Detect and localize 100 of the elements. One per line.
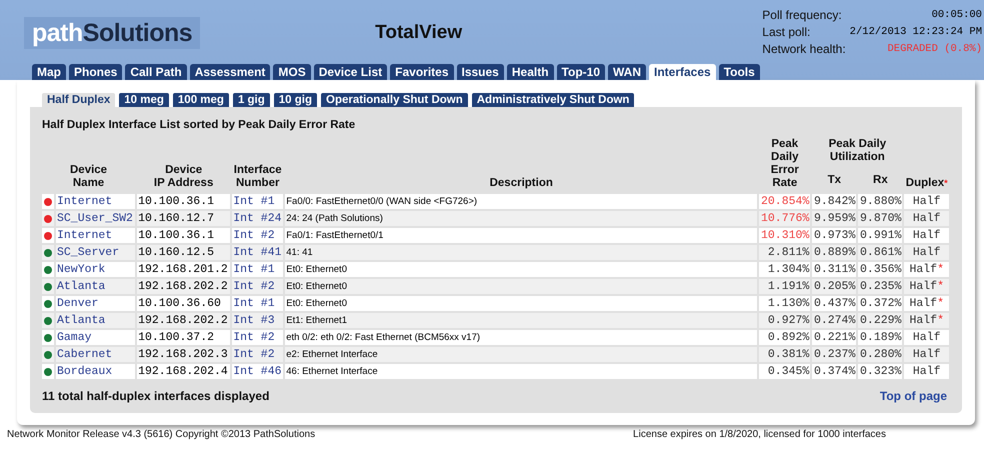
table-cell: Fa0/1: FastEthernet0/1: [285, 228, 758, 243]
sub-tab[interactable]: Operationally Shut Down: [321, 93, 468, 107]
table-cell: 192.168.202.2: [137, 279, 230, 294]
device-link[interactable]: SC_Server: [56, 245, 136, 260]
column-header: Rx: [872, 172, 889, 188]
table-cell: 24: 24 (Path Solutions): [285, 211, 758, 226]
table-cell: 192.168.202.3: [137, 347, 230, 362]
interface-link[interactable]: Int #2: [232, 279, 284, 294]
nav-tab[interactable]: Favorites: [390, 64, 454, 80]
table-cell: 1.130%: [759, 296, 810, 311]
nav-tab[interactable]: WAN: [608, 64, 646, 80]
device-link[interactable]: Denver: [56, 296, 136, 311]
table-cell: 192.168.201.2: [137, 262, 230, 277]
table-cell: 10.100.36.60: [137, 296, 230, 311]
device-link[interactable]: Internet: [56, 194, 136, 209]
table-cell: 41: 41: [285, 245, 758, 260]
table-cell: 0.381%: [759, 347, 810, 362]
table-cell: 0.372%: [858, 296, 902, 311]
license-text: License expires on 1/8/2020, licensed for 1000 interfaces: [633, 429, 886, 440]
table-cell: 192.168.202.2: [137, 313, 230, 328]
device-link[interactable]: SC_User_SW2: [56, 211, 136, 226]
nav-tab[interactable]: Interfaces: [649, 64, 716, 80]
table-cell: 0.311%: [812, 262, 856, 277]
interface-link[interactable]: Int #1: [232, 194, 284, 209]
device-link[interactable]: Bordeaux: [56, 364, 136, 379]
table-cell: Half*: [904, 262, 949, 277]
interface-link[interactable]: Int #46: [232, 364, 284, 379]
table-cell: 192.168.202.4: [137, 364, 230, 379]
footer-text: Network Monitor Release v4.3 (5616) Copyright ©2013 PathSolutions: [7, 429, 316, 440]
info-label: Last poll:: [762, 25, 812, 40]
nav-tab[interactable]: MOS: [273, 64, 311, 80]
column-header: Peak Daily Error Rate: [770, 137, 800, 191]
table-cell: 2.811%: [759, 245, 810, 260]
device-link[interactable]: Internet: [56, 228, 136, 243]
nav-tab[interactable]: Assessment: [190, 64, 270, 80]
table-cell: 9.842%: [812, 194, 856, 209]
table-cell: 0.280%: [858, 347, 902, 362]
info-label: Network health:: [762, 42, 846, 57]
device-link[interactable]: Atlanta: [56, 279, 136, 294]
nav-tab[interactable]: Map: [32, 64, 66, 80]
table-cell: 10.100.36.1: [137, 228, 230, 243]
table-cell: 9.880%: [858, 194, 902, 209]
table-cell: 9.870%: [858, 211, 902, 226]
table-cell: 0.437%: [812, 296, 856, 311]
table-cell: 0.889%: [812, 245, 856, 260]
table-cell: 0.237%: [812, 347, 856, 362]
table-cell: 1.191%: [759, 279, 810, 294]
table-cell: Et0: Ethernet0: [285, 296, 758, 311]
nav-tab[interactable]: Tools: [718, 64, 760, 80]
table-cell: Half: [904, 228, 949, 243]
interface-link[interactable]: Int #3: [232, 313, 284, 328]
interface-link[interactable]: Int #2: [232, 228, 284, 243]
interface-link[interactable]: Int #41: [232, 245, 284, 260]
table-cell: 0.274%: [812, 313, 856, 328]
table-cell: eth 0/2: eth 0/2: Fast Ethernet (BCM56xx v17): [285, 330, 758, 345]
sub-tab[interactable]: Half Duplex: [42, 93, 116, 107]
table-cell: Half: [904, 211, 949, 226]
sub-tab[interactable]: 10 meg: [119, 93, 169, 107]
sub-tab[interactable]: Administratively Shut Down: [472, 93, 634, 107]
table-cell: Fa0/0: FastEthernet0/0 (WAN side <FG726>): [285, 194, 758, 209]
table-cell: 0.235%: [858, 279, 902, 294]
nav-tab[interactable]: Top-10: [556, 64, 605, 80]
info-value: 00:05:00: [930, 8, 982, 23]
nav-tab[interactable]: Issues: [456, 64, 504, 80]
nav-tab[interactable]: Health: [506, 64, 554, 80]
sub-tab[interactable]: 1 gig: [232, 93, 270, 107]
interface-link[interactable]: Int #1: [232, 296, 284, 311]
table-cell: 0.221%: [812, 330, 856, 345]
column-header: Description: [488, 176, 554, 191]
table-cell: 10.100.37.2: [137, 330, 230, 345]
table-cell: Et1: Ethernet1: [285, 313, 758, 328]
table-cell: Half*: [904, 279, 949, 294]
table-title: Half Duplex Interface List sorted by Peak Daily Error Rate: [42, 119, 356, 131]
sub-tab[interactable]: 10 gig: [274, 93, 318, 107]
column-header: Duplex*: [904, 176, 949, 191]
table-cell: Half: [904, 364, 949, 379]
device-link[interactable]: Atlanta: [56, 313, 136, 328]
device-link[interactable]: Cabernet: [56, 347, 136, 362]
column-header: Interface Number: [232, 163, 283, 191]
nav-tab[interactable]: Phones: [69, 64, 122, 80]
sub-tab[interactable]: 100 meg: [172, 93, 229, 107]
column-header: Tx: [826, 172, 842, 188]
top-of-page-link[interactable]: Top of page: [880, 389, 947, 403]
table-cell: Half: [904, 245, 949, 260]
column-header: Device IP Address: [152, 163, 214, 191]
table-cell: 1.304%: [759, 262, 810, 277]
table-cell: 0.189%: [858, 330, 902, 345]
interface-link[interactable]: Int #2: [232, 330, 284, 345]
table-cell: 0.991%: [858, 228, 902, 243]
table-cell: 20.854%: [759, 194, 810, 209]
column-header: Peak Daily Utilization: [828, 137, 888, 165]
table-cell: Half: [904, 194, 949, 209]
device-link[interactable]: Gamay: [56, 330, 136, 345]
table-cell: 46: Ethernet Interface: [285, 364, 758, 379]
interface-link[interactable]: Int #1: [232, 262, 284, 277]
interface-link[interactable]: Int #2: [232, 347, 284, 362]
nav-tab[interactable]: Call Path: [125, 64, 187, 80]
nav-tab[interactable]: Device List: [314, 64, 388, 80]
device-link[interactable]: NewYork: [56, 262, 136, 277]
interface-link[interactable]: Int #24: [232, 211, 284, 226]
